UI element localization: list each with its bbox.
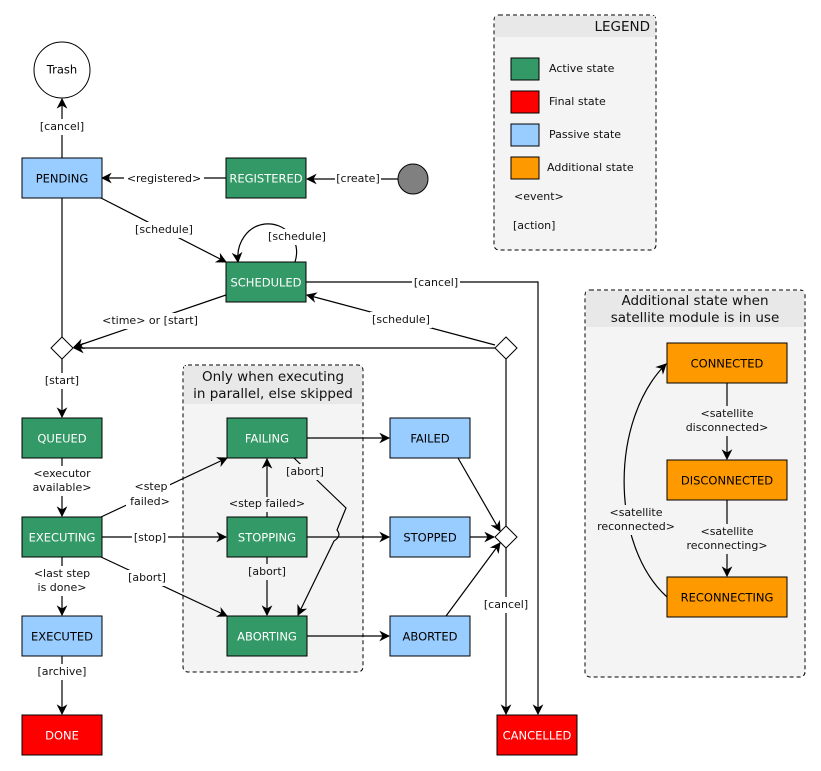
state-label: SCHEDULED [230,276,301,290]
state-queued: QUEUED [21,417,103,459]
transition-label: <last step [34,567,90,580]
transition-label: [cancel] [40,120,84,133]
state-scheduled: SCHEDULED [225,261,307,303]
legend-swatch-final [510,90,540,114]
diamond-right [494,336,518,360]
state-done: DONE [21,714,103,756]
state-label: EXECUTING [29,531,96,545]
state-aborted: ABORTED [389,615,471,657]
transition-label: failed> [130,495,170,508]
state-reconnecting: RECONNECTING [666,576,788,618]
state-cancelled: CANCELLED [496,714,578,756]
transition-label: reconnected> [597,520,675,533]
state-failed: FAILED [389,417,471,459]
legend-swatch-passive [510,123,540,147]
transition-label: [abort] [286,465,324,478]
state-label: DONE [45,729,79,743]
state-failing: FAILING [226,417,308,459]
state-label: FAILING [245,432,289,446]
state-diagram: Only when executing in parallel, else sk… [21,14,806,756]
state-label: CANCELLED [503,729,572,743]
transition-label: [cancel] [484,598,528,611]
state-label: STOPPING [238,531,296,545]
legend-label: Passive state [549,128,621,141]
state-label: FAILED [410,432,449,446]
transition-label: <time> or [start] [102,314,198,327]
transition-label: [abort] [248,565,286,578]
state-label: ABORTING [237,630,297,644]
initial-state-icon [397,163,429,195]
transition-label: [abort] [128,571,166,584]
transition-label: available> [33,481,92,494]
legend-label: Additional state [547,161,634,174]
transition-label: [stop] [134,531,166,544]
group-title: satellite module is in use [611,310,780,326]
state-label: RECONNECTING [681,591,774,605]
group-title: in parallel, else skipped [193,386,353,402]
group-title: Additional state when [621,293,768,309]
legend-label: Final state [549,95,606,108]
transition-label: <satellite [700,525,753,538]
transition-label: <step [134,480,167,493]
state-executed: EXECUTED [21,615,103,657]
legend-swatch-additional [510,156,540,180]
state-label: REGISTERED [229,172,302,186]
state-executing: EXECUTING [21,516,103,558]
transition-label: [schedule] [135,223,193,236]
state-label: QUEUED [37,432,86,446]
transition-label: reconnecting> [686,539,767,552]
legend-event: <event> [514,190,564,203]
legend-action: [action] [513,219,555,232]
state-aborting: ABORTING [226,615,308,657]
transition-label: [archive] [38,665,87,678]
state-label: CONNECTED [691,357,764,371]
transition-label: disconnected> [686,421,769,434]
transition-label: <satellite [700,407,753,420]
state-pending: PENDING [21,157,103,199]
transition-label: [create] [336,172,380,185]
state-trash: Trash [33,41,91,99]
legend-title: LEGEND [594,19,650,35]
state-stopping: STOPPING [226,516,308,558]
state-registered: REGISTERED [225,157,307,199]
state-connected: CONNECTED [666,342,788,384]
state-stopped: STOPPED [389,516,471,558]
group-title: Only when executing [202,369,344,385]
state-label: DISCONNECTED [681,474,773,488]
diamond-left [50,336,74,360]
legend-label: Active state [549,62,615,75]
state-label: EXECUTED [31,630,93,644]
transition-label: [schedule] [268,230,326,243]
transition-label: <step failed> [229,497,305,510]
transition-label: [cancel] [414,276,458,289]
state-label: PENDING [36,172,89,186]
state-label: ABORTED [403,630,458,644]
transition-label: <registered> [127,172,201,185]
legend: LEGEND Active state Final state Passive … [493,14,657,251]
transition-label: <satellite [609,506,662,519]
state-label: STOPPED [403,531,457,545]
transition-label: is done> [38,581,87,594]
transition-label: [start] [45,374,79,387]
state-disconnected: DISCONNECTED [666,459,788,501]
legend-swatch-active [510,57,540,81]
transition-label: <executor [33,467,91,480]
transition-label: [schedule] [372,313,430,326]
state-label: Trash [46,63,77,77]
